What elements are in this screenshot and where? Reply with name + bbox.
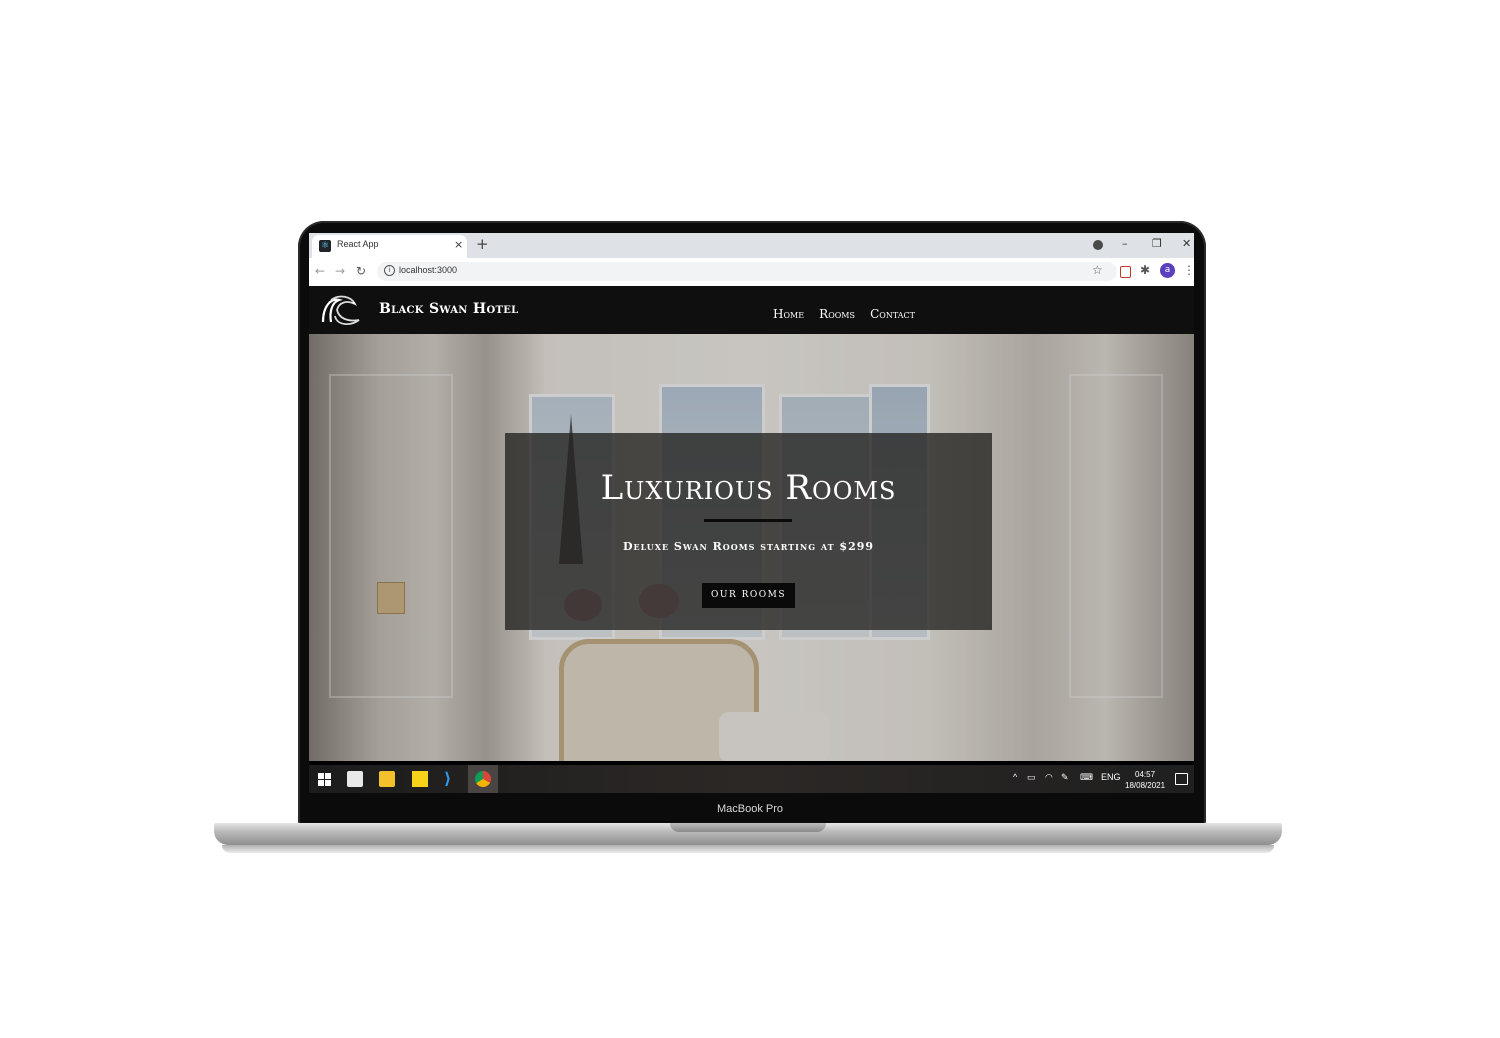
tab-title: React App [337, 239, 379, 249]
clock-time: 04:57 [1135, 770, 1156, 779]
restore-button[interactable]: ❐ [1152, 236, 1162, 252]
battery-icon[interactable]: ▭ [1027, 772, 1036, 783]
vscode-icon[interactable]: ⟩ [444, 771, 460, 787]
nav-link-rooms[interactable]: Rooms [819, 307, 855, 321]
file-explorer-icon[interactable] [379, 771, 395, 787]
back-arrow-icon[interactable]: ← [315, 264, 325, 278]
hero-section: Luxurious Rooms Deluxe Swan Rooms starti… [309, 334, 1194, 761]
windows-start-icon[interactable] [317, 771, 333, 787]
laptop-screen: ⚛ React App × + – ❐ ✕ ← → ↻ i localhost:… [309, 233, 1194, 793]
keyboard-icon[interactable]: ⌨ [1080, 772, 1093, 783]
pen-icon[interactable]: ✎ [1061, 772, 1069, 783]
main-nav: Home Rooms Contact [773, 303, 925, 322]
brand-name[interactable]: Black Swan Hotel [379, 301, 518, 317]
site-info-icon[interactable]: i [384, 265, 395, 276]
hotel-website: Black Swan Hotel Home Rooms Contact Luxu… [309, 286, 1194, 761]
nav-link-contact[interactable]: Contact [870, 307, 915, 321]
laptop-base-shadow [222, 845, 1274, 853]
site-navbar: Black Swan Hotel Home Rooms Contact [309, 286, 1194, 334]
hero-banner: Luxurious Rooms Deluxe Swan Rooms starti… [505, 433, 992, 630]
windows-taskbar: ⟩ ^ ▭ ◠ ✎ ⌨ ENG 04:57 18/08/2021 [309, 765, 1194, 793]
tray-chevron-icon[interactable]: ^ [1013, 772, 1017, 782]
browser-menu-icon[interactable]: ⋮ [1183, 263, 1194, 277]
forward-arrow-icon[interactable]: → [335, 264, 345, 278]
wifi-icon[interactable]: ◠ [1045, 772, 1053, 783]
minimize-button[interactable]: – [1122, 236, 1128, 252]
notification-center-icon[interactable] [1175, 773, 1188, 785]
nav-link-home[interactable]: Home [773, 307, 804, 321]
profile-avatar[interactable]: a [1160, 263, 1175, 278]
tab-search-icon[interactable] [1093, 240, 1103, 250]
taskbar-clock[interactable]: 04:57 18/08/2021 [1125, 769, 1165, 791]
reload-icon[interactable]: ↻ [356, 264, 366, 278]
extension-shield-icon[interactable] [1120, 266, 1131, 278]
device-label: MacBook Pro [716, 803, 784, 815]
swan-logo-icon[interactable] [317, 292, 365, 328]
url-text: localhost:3000 [399, 265, 458, 275]
close-window-button[interactable]: ✕ [1182, 236, 1191, 252]
new-tab-button[interactable]: + [476, 235, 489, 253]
browser-tab[interactable]: ⚛ React App × [312, 235, 467, 258]
language-indicator[interactable]: ENG [1101, 772, 1121, 782]
browser-toolbar: ← → ↻ i localhost:3000 ☆ ✱ a ⋮ [309, 258, 1194, 287]
hero-title: Luxurious Rooms [600, 468, 897, 508]
chrome-icon[interactable] [475, 771, 491, 787]
tab-close-icon[interactable]: × [454, 238, 463, 251]
address-bar[interactable]: i localhost:3000 [377, 262, 1117, 281]
store-icon[interactable] [347, 771, 363, 787]
react-favicon-icon: ⚛ [319, 240, 331, 252]
title-underline [704, 519, 792, 522]
browser-tab-bar: ⚛ React App × + – ❐ ✕ [309, 233, 1194, 258]
extensions-puzzle-icon[interactable]: ✱ [1140, 263, 1150, 277]
sticky-notes-icon[interactable] [412, 771, 428, 787]
bookmark-star-icon[interactable]: ☆ [1092, 263, 1103, 277]
our-rooms-button[interactable]: OUR ROOMS [702, 583, 795, 608]
clock-date: 18/08/2021 [1125, 781, 1166, 790]
hero-subtitle: Deluxe Swan Rooms starting at $299 [622, 540, 875, 553]
laptop-notch [670, 823, 826, 832]
